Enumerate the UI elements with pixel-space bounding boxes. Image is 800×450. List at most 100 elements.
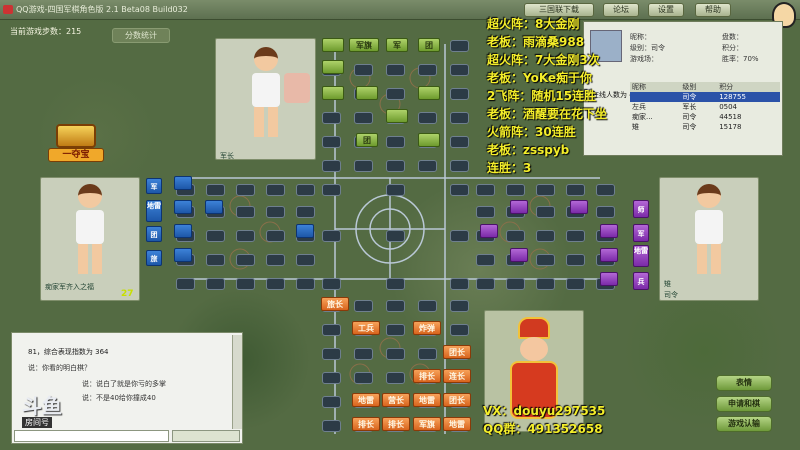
left-piece-6[interactable]: [296, 224, 314, 238]
board-slot[interactable]: [296, 184, 315, 196]
table-row[interactable]: 左兵 军长 0504: [630, 102, 780, 112]
top-piece-2[interactable]: [322, 86, 344, 100]
left-piece-regiment[interactable]: 团: [146, 226, 162, 242]
board-slot[interactable]: [566, 230, 585, 242]
bottom-piece-brigadier[interactable]: 旅长: [321, 297, 349, 311]
left-piece-brigade[interactable]: 旅: [146, 250, 162, 266]
board-slot[interactable]: [536, 254, 555, 266]
board-slot[interactable]: [322, 112, 341, 124]
board-slot[interactable]: [536, 184, 555, 196]
bottom-piece-battalion[interactable]: 营长: [382, 393, 410, 407]
left-piece-army[interactable]: 军: [146, 178, 162, 194]
board-slot[interactable]: [296, 254, 315, 266]
board-slot[interactable]: [322, 160, 341, 172]
board-slot[interactable]: [322, 324, 341, 336]
board-slot[interactable]: [322, 136, 341, 148]
board-slot[interactable]: [322, 230, 341, 242]
board-slot[interactable]: [386, 278, 405, 290]
bottom-piece-mine-2[interactable]: 地雷: [413, 393, 441, 407]
bottom-piece-platoon-2[interactable]: 排长: [352, 417, 380, 431]
board-slot[interactable]: [266, 230, 285, 242]
board-slot[interactable]: [506, 278, 525, 290]
right-piece-2[interactable]: [570, 200, 588, 214]
board-slot[interactable]: [506, 230, 525, 242]
top-piece-army[interactable]: 军: [386, 38, 408, 52]
board-slot[interactable]: [566, 254, 585, 266]
board-slot[interactable]: [236, 254, 255, 266]
board-slot[interactable]: [418, 64, 437, 76]
bottom-piece-mine-3[interactable]: 地雷: [443, 417, 471, 431]
bottom-piece-colonel[interactable]: 团长: [443, 345, 471, 359]
board-slot[interactable]: [506, 184, 525, 196]
bottom-piece-flag[interactable]: 军旗: [413, 417, 441, 431]
right-piece-soldier[interactable]: 兵: [633, 272, 649, 290]
board-slot[interactable]: [386, 324, 405, 336]
right-piece-mine[interactable]: 地雷: [633, 245, 649, 267]
surrender-button[interactable]: 游戏认输: [716, 416, 772, 432]
board-slot[interactable]: [450, 184, 469, 196]
board-slot[interactable]: [266, 254, 285, 266]
board-slot[interactable]: [236, 184, 255, 196]
top-piece-7[interactable]: [322, 60, 344, 74]
board-slot[interactable]: [418, 348, 437, 360]
board-slot[interactable]: [476, 278, 495, 290]
bottom-piece-platoon[interactable]: 排长: [413, 369, 441, 383]
board-slot[interactable]: [418, 300, 437, 312]
top-piece-4[interactable]: [418, 86, 440, 100]
board-slot[interactable]: [418, 112, 437, 124]
board-slot[interactable]: [450, 136, 469, 148]
table-row[interactable]: 司令 128755: [630, 92, 780, 102]
board-slot[interactable]: [386, 136, 405, 148]
board-slot[interactable]: [450, 300, 469, 312]
board-slot[interactable]: [476, 184, 495, 196]
board-slot[interactable]: [450, 324, 469, 336]
board-slot[interactable]: [386, 88, 405, 100]
board-slot[interactable]: [354, 64, 373, 76]
right-piece-7[interactable]: [600, 272, 618, 286]
board-slot[interactable]: [476, 206, 495, 218]
table-row[interactable]: 痴家... 司令 44518: [630, 112, 780, 122]
col-rank[interactable]: 级别: [680, 82, 718, 92]
right-piece-3[interactable]: [480, 224, 498, 238]
board-slot[interactable]: [354, 160, 373, 172]
board-slot[interactable]: [386, 184, 405, 196]
board-slot[interactable]: [450, 40, 469, 52]
board-slot[interactable]: [354, 348, 373, 360]
emoji-button[interactable]: 表情: [716, 375, 772, 391]
board-slot[interactable]: [266, 278, 285, 290]
right-piece-army[interactable]: 军: [633, 224, 649, 242]
board-slot[interactable]: [386, 64, 405, 76]
bottom-piece-mine[interactable]: 地雷: [352, 393, 380, 407]
board-slot[interactable]: [322, 420, 341, 432]
board-slot[interactable]: [296, 206, 315, 218]
board-slot[interactable]: [536, 278, 555, 290]
board-slot[interactable]: [322, 278, 341, 290]
board-slot[interactable]: [322, 372, 341, 384]
board-slot[interactable]: [386, 160, 405, 172]
board-slot[interactable]: [354, 112, 373, 124]
board-slot[interactable]: [450, 112, 469, 124]
board-slot[interactable]: [206, 254, 225, 266]
right-piece-1[interactable]: [510, 200, 528, 214]
chat-input[interactable]: [14, 430, 169, 442]
board-slot[interactable]: [386, 372, 405, 384]
board-slot[interactable]: [322, 348, 341, 360]
board-slot[interactable]: [536, 230, 555, 242]
board-slot[interactable]: [596, 206, 615, 218]
top-piece-5[interactable]: [386, 109, 408, 123]
board-slot[interactable]: [386, 300, 405, 312]
bottom-piece-platoon-3[interactable]: 排长: [382, 417, 410, 431]
emoji-toolbar[interactable]: [172, 430, 240, 442]
treasure-icon[interactable]: 一夺宝: [48, 124, 104, 166]
left-piece-2[interactable]: [174, 200, 192, 214]
top-piece-flag[interactable]: 军旗: [349, 38, 379, 52]
col-points[interactable]: 积分: [717, 82, 780, 92]
board-slot[interactable]: [566, 278, 585, 290]
board-slot[interactable]: [176, 278, 195, 290]
board-slot[interactable]: [450, 278, 469, 290]
help-button[interactable]: 帮助: [695, 3, 731, 17]
board-slot[interactable]: [450, 230, 469, 242]
top-piece-3[interactable]: [356, 86, 378, 100]
top-piece-regiment[interactable]: 团: [356, 133, 378, 147]
board-slot[interactable]: [536, 206, 555, 218]
